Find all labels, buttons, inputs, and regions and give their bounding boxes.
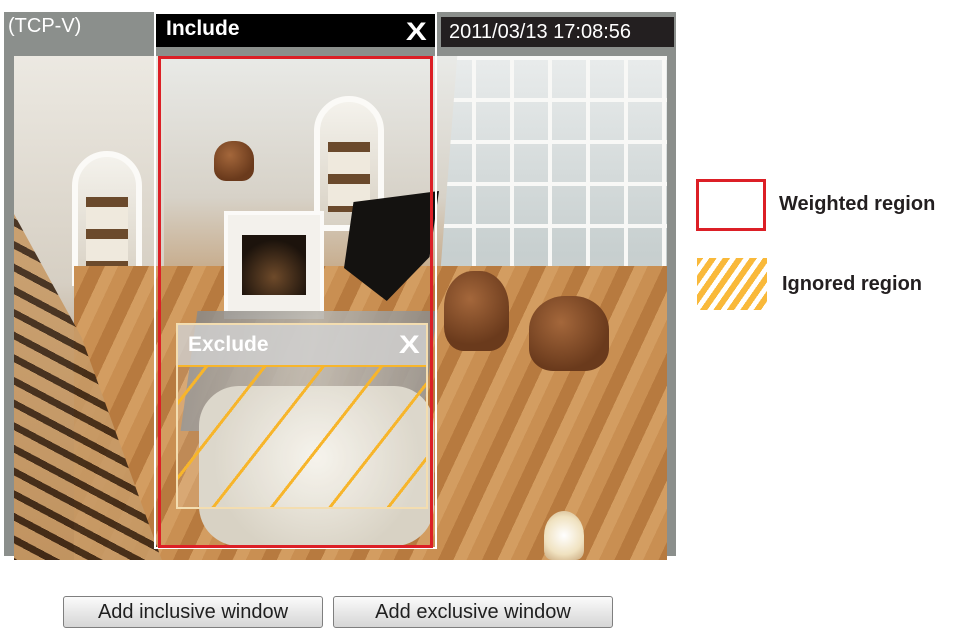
exclude-window-title: Exclude <box>188 333 269 356</box>
exclude-window-header[interactable]: Exclude X <box>178 325 426 365</box>
exclude-ignored-region[interactable] <box>178 365 426 507</box>
armchair <box>529 296 609 371</box>
weighted-region-label: Weighted region <box>779 193 936 215</box>
table-lamp <box>544 511 584 560</box>
add-inclusive-window-button[interactable]: Add inclusive window <box>63 596 323 628</box>
stream-protocol-label: (TCP-V) <box>8 15 82 37</box>
weighted-region-swatch <box>696 179 766 231</box>
include-window-header[interactable]: Include X <box>156 14 435 47</box>
ignored-region-swatch <box>697 258 767 310</box>
close-icon[interactable]: X <box>399 331 420 359</box>
ignored-region-label: Ignored region <box>782 273 922 295</box>
include-window-title: Include <box>166 17 240 40</box>
armchair <box>444 271 509 351</box>
exclude-window[interactable]: Exclude X <box>176 323 428 509</box>
timestamp-overlay: 2011/03/13 17:08:56 <box>441 17 674 47</box>
add-exclusive-window-button[interactable]: Add exclusive window <box>333 596 613 628</box>
close-icon[interactable]: X <box>406 18 427 46</box>
